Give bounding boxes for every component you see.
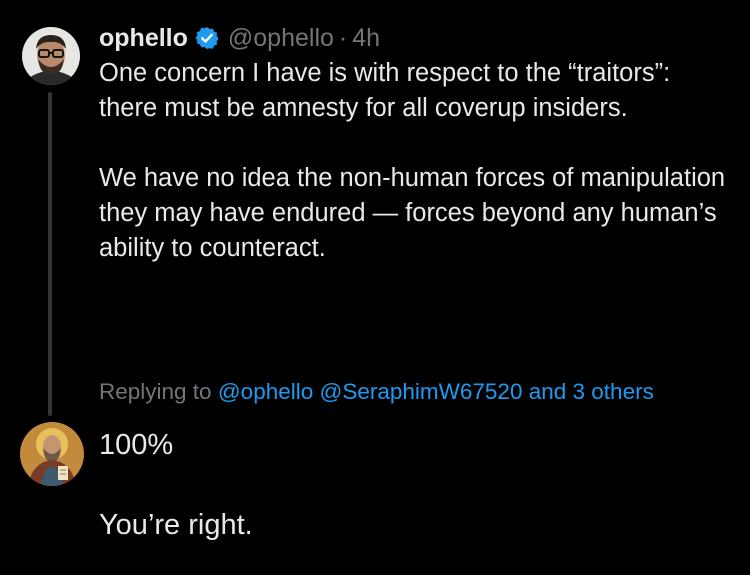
tweet-paragraph: We have no idea the non-human forces of … xyxy=(99,164,726,262)
replying-to-line: Replying to @ophello @SeraphimW67520 and… xyxy=(99,376,654,408)
author-display-name[interactable]: ophello xyxy=(99,24,188,53)
mention-seraphim[interactable]: @SeraphimW67520 xyxy=(320,379,523,404)
icon-saint-avatar-icon xyxy=(20,422,84,486)
author-handle[interactable]: @ophello xyxy=(228,24,334,53)
tweet-paragraph: One concern I have is with respect to th… xyxy=(99,59,671,122)
replying-to-label: Replying to xyxy=(99,379,212,404)
original-author-avatar[interactable] xyxy=(22,27,80,85)
bearded-man-glasses-avatar-icon xyxy=(22,27,80,85)
reply-text: 100% You’re right. xyxy=(99,425,729,545)
reply-author-avatar[interactable] xyxy=(20,422,84,486)
thread-connector-line xyxy=(48,92,52,416)
reply-paragraph: 100% xyxy=(99,429,174,461)
verified-badge-icon xyxy=(194,25,220,51)
mention-others[interactable]: and 3 others xyxy=(529,379,654,404)
tweet-timestamp[interactable]: 4h xyxy=(352,24,380,53)
tweet-text: One concern I have is with respect to th… xyxy=(99,56,729,266)
header-separator: · xyxy=(338,23,348,52)
tweet-header: ophello @ophello · 4h xyxy=(99,20,380,56)
mention-ophello[interactable]: @ophello xyxy=(218,379,313,404)
reply-paragraph: You’re right. xyxy=(99,509,253,541)
